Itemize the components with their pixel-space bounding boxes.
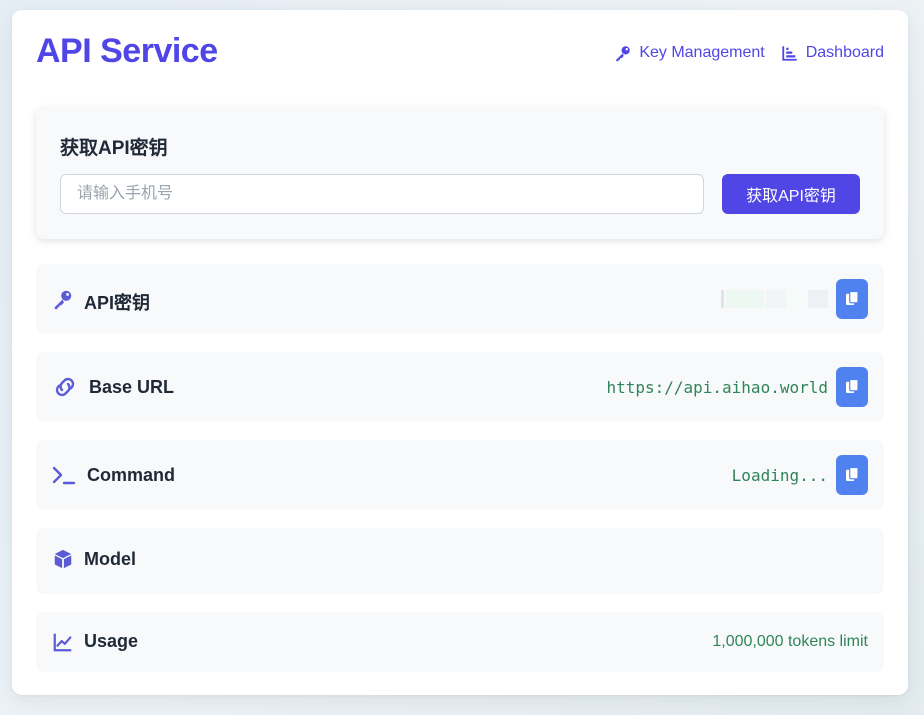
terminal-icon: [52, 466, 76, 485]
main-card: API Service Key Management Dashboard 获取A…: [12, 10, 908, 695]
nav-key-management[interactable]: Key Management: [614, 44, 765, 62]
api-key-row: API密钥: [36, 264, 884, 334]
link-icon: [55, 377, 75, 397]
usage-label: Usage: [84, 631, 139, 651]
base-url-label: Base URL: [89, 377, 175, 397]
base-url-row: Base URL https://api.aihao.world: [36, 352, 884, 422]
page-title: API Service: [36, 32, 218, 70]
api-key-label: API密钥: [84, 293, 151, 313]
nav-dashboard-label: Dashboard: [805, 44, 884, 61]
copy-icon: [846, 466, 859, 481]
get-key-heading: 获取API密钥: [60, 138, 168, 159]
cube-icon: [54, 549, 72, 569]
model-row: Model: [36, 528, 884, 594]
copy-command-button[interactable]: [836, 455, 868, 495]
nav-dashboard[interactable]: Dashboard: [781, 44, 884, 62]
command-row: Command Loading...: [36, 440, 884, 510]
copy-icon: [846, 290, 859, 305]
line-chart-icon: [53, 633, 72, 652]
key-icon: [54, 290, 72, 310]
copy-icon: [846, 378, 859, 393]
base-url-value: https://api.aihao.world: [606, 378, 828, 397]
get-key-panel: 获取API密钥 获取API密钥: [36, 107, 884, 239]
api-key-value-masked: [721, 290, 828, 308]
usage-value: 1,000,000 tokens limit: [712, 633, 868, 650]
usage-row: Usage 1,000,000 tokens limit: [36, 612, 884, 672]
nav-key-management-label: Key Management: [639, 44, 765, 61]
command-label: Command: [87, 465, 176, 485]
copy-base-url-button[interactable]: [836, 367, 868, 407]
key-icon: [616, 46, 631, 62]
top-nav: Key Management Dashboard: [614, 44, 884, 62]
command-value: Loading...: [731, 466, 828, 485]
bar-chart-icon: [782, 46, 797, 61]
phone-input[interactable]: [60, 174, 704, 214]
model-label: Model: [84, 549, 136, 569]
get-key-button[interactable]: 获取API密钥: [722, 174, 860, 214]
copy-api-key-button[interactable]: [836, 279, 868, 319]
